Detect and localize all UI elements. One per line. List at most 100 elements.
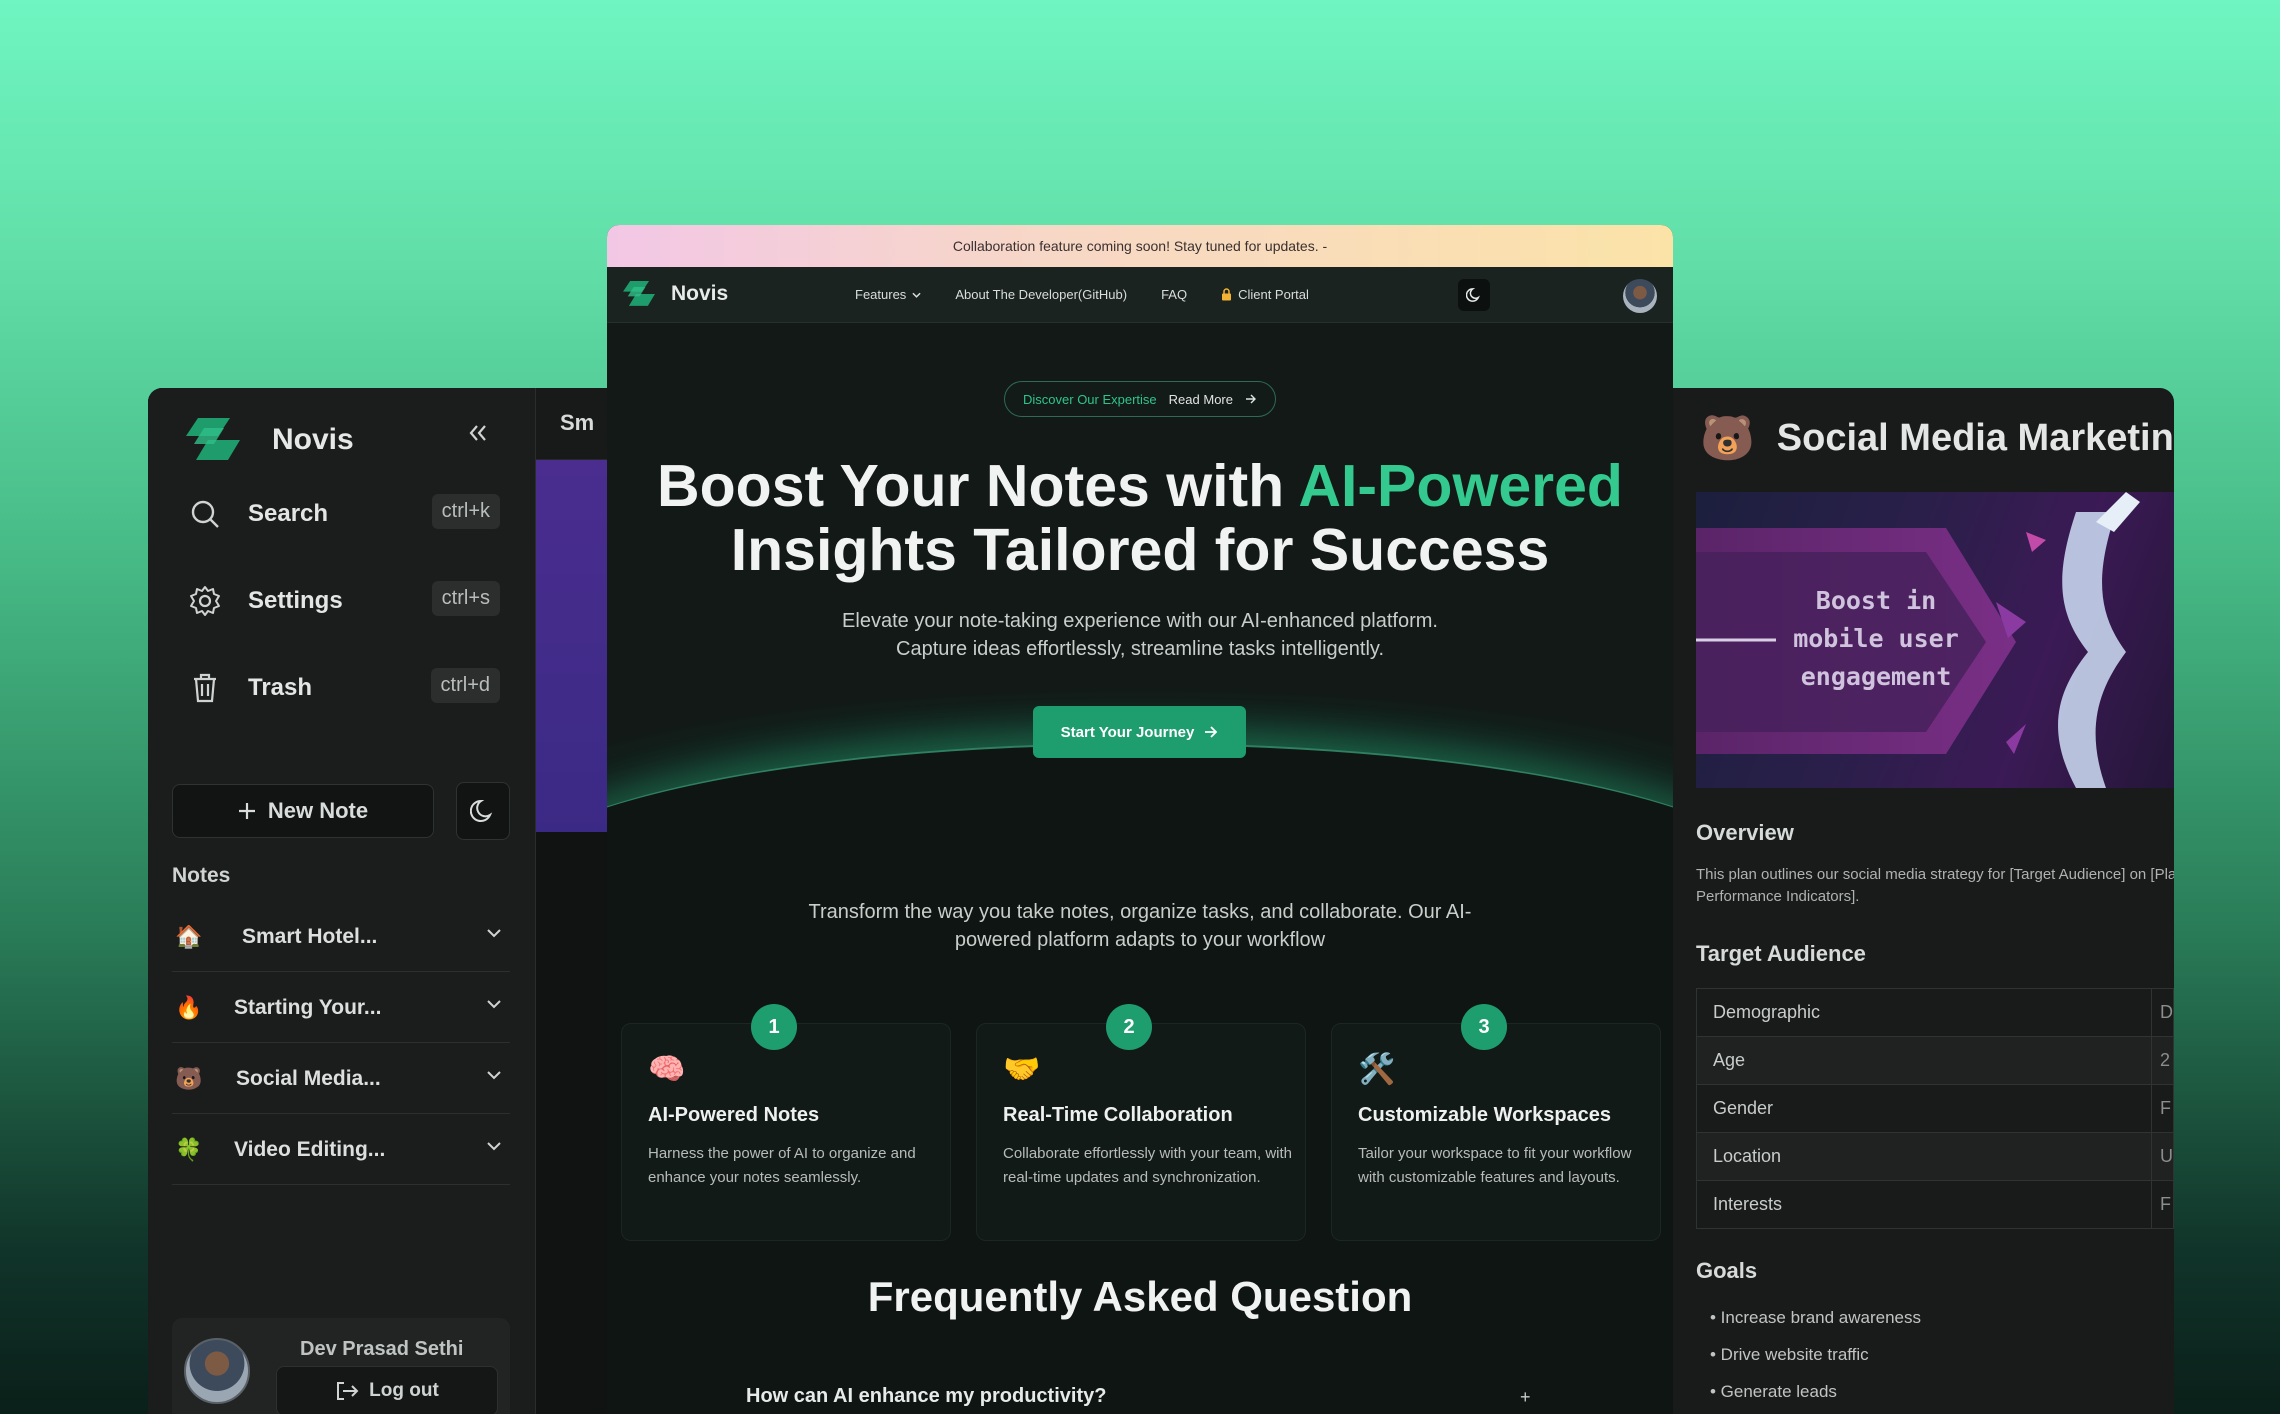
theme-toggle-button[interactable] [1458,279,1490,311]
pill-read-more[interactable]: Read More [1169,392,1233,407]
feature-card: 🤝 Real-Time Collaboration Collaborate ef… [976,1023,1306,1241]
hero-subtitle-line: Capture ideas effortlessly, streamline t… [896,638,1384,660]
features-intro: Transform the way you take notes, organi… [607,898,1673,954]
faq-question[interactable]: How can AI enhance my productivity? [746,1385,1106,1408]
banner-text: Boost in mobile user engagement [1776,582,1976,696]
nav-about-developer[interactable]: About The Developer(GitHub) [955,287,1127,302]
cta-label: Start Your Journey [1060,723,1195,741]
gear-icon [188,584,222,618]
logout-label: Log out [369,1380,439,1401]
start-journey-button[interactable]: Start Your Journey [1033,706,1246,758]
editor-area: Sm [536,388,608,1414]
avatar[interactable] [184,1338,250,1404]
search-icon [188,497,222,531]
banner-text-line: mobile user [1793,624,1959,653]
nav-brand[interactable]: Novis [671,282,728,306]
target-audience-heading: Target Audience [1696,941,1866,966]
nav-faq[interactable]: FAQ [1161,287,1187,302]
shortcut-badge: ctrl+k [431,494,500,529]
overview-paragraph: This plan outlines our social media stra… [1696,864,2174,908]
hero-subtitle-line: Elevate your note-taking experience with… [842,610,1438,632]
table-cell: D [2151,988,2174,1037]
sidebar-item-trash[interactable]: Trash ctrl+d [188,660,500,716]
moon-icon [470,798,496,824]
feature-title: Real-Time Collaboration [1003,1104,1233,1126]
note-item[interactable]: 🔥 Starting Your... [172,973,510,1043]
feature-title: Customizable Workspaces [1358,1104,1612,1126]
sidebar-item-label: Search [248,500,329,527]
chevron-down-icon[interactable] [486,928,502,938]
shortcut-badge: ctrl+s [431,581,500,616]
collapse-sidebar-button[interactable] [468,424,488,442]
feature-card: 🛠️ Customizable Workspaces Tailor your w… [1331,1023,1661,1241]
tools-icon: 🛠️ [1358,1053,1396,1086]
note-title: Smart Hotel... [242,924,378,948]
nav-client-portal[interactable]: Client Portal [1221,287,1309,302]
table-cell: Interests [1696,1180,2152,1229]
nav-client-portal-label: Client Portal [1238,287,1309,302]
logout-button[interactable]: Log out [276,1366,498,1414]
sidebar-brand[interactable]: Novis [184,418,354,462]
handshake-icon: 🤝 [1003,1053,1041,1086]
discover-pill[interactable]: Discover Our Expertise Read More [1004,381,1276,417]
chevron-down-icon[interactable] [486,999,502,1009]
chevron-down-icon[interactable] [486,1070,502,1080]
user-name: Dev Prasad Sethi [300,1338,464,1360]
note-emoji: 🍀 [175,1136,203,1162]
sidebar-item-search[interactable]: Search ctrl+k [188,486,500,542]
features-intro-line: powered platform adapts to your workflow [954,929,1326,951]
hero-title-text: Boost Your Notes with [657,453,1299,519]
theme-toggle-button[interactable] [456,782,510,840]
table-row: Age 2 [1696,1036,2174,1085]
feature-description: Harness the power of AI to organize and … [648,1145,916,1186]
note-title: Social Media... [236,1066,381,1090]
list-item: • Generate leads [1710,1382,1837,1401]
double-chevron-left-icon [468,424,488,442]
hero-subtitle: Elevate your note-taking experience with… [607,607,1673,663]
table-cell: Location [1696,1132,2152,1181]
note-cover-image [536,460,608,832]
table-row: Interests F [1696,1180,2174,1229]
table-cell: Age [1696,1036,2152,1085]
table-row: Gender F [1696,1084,2174,1133]
sidebar-item-settings[interactable]: Settings ctrl+s [188,573,500,629]
note-item[interactable]: 🐻 Social Media... [172,1044,510,1114]
arrow-right-icon [1245,394,1257,404]
nav-features-label: Features [855,287,907,302]
chevron-down-icon[interactable] [486,1141,502,1151]
note-item[interactable]: 🏠 Smart Hotel... [172,902,510,972]
goals-heading: Goals [1696,1258,1758,1283]
table-cell: U [2151,1132,2174,1181]
banner-text-line: Boost in [1815,586,1937,615]
novis-logo-icon[interactable] [621,281,657,307]
table-row: Demographic D [1696,988,2174,1037]
new-note-button[interactable]: New Note [172,784,434,838]
document-window: 🐻 Social Media Marketin Boost in mobile … [1672,388,2174,1414]
note-item[interactable]: 🍀 Video Editing... [172,1115,510,1185]
features-intro-line: Transform the way you take notes, organi… [808,901,1472,923]
document-emoji[interactable]: 🐻 [1700,412,1755,464]
hero-title-text: Insights Tailored for Success [730,517,1550,583]
list-item: • Drive website traffic [1710,1345,1869,1364]
nav-links: Features About The Developer(GitHub) FAQ… [855,287,1309,302]
document-title[interactable]: Social Media Marketin [1777,417,2174,460]
table-row: Location U [1696,1132,2174,1181]
user-profile-box: Dev Prasad Sethi Log out [172,1318,510,1414]
top-navigation: Novis Features About The Developer(GitHu… [607,267,1673,323]
nav-features[interactable]: Features [855,287,921,302]
shortcut-badge: ctrl+d [430,668,500,703]
avatar[interactable] [1623,279,1657,313]
step-badge: 2 [1106,1004,1152,1050]
target-audience-table: Demographic D Age 2 Gender F Location U Inte… [1696,988,2174,1229]
feature-description: Tailor your workspace to fit your workfl… [1358,1145,1632,1186]
document-cover-image: Boost in mobile user engagement [1696,492,2174,788]
editor-tab[interactable]: Sm [536,388,608,460]
note-emoji: 🐻 [175,1065,203,1091]
table-cell: Gender [1696,1084,2152,1133]
note-emoji: 🏠 [175,923,203,949]
step-badge: 1 [751,1004,797,1050]
plus-icon[interactable]: + [1520,1387,1531,1408]
list-item: • Increase brand awareness [1710,1308,1922,1327]
feature-card: 🧠 AI-Powered Notes Harness the power of … [621,1023,951,1241]
feature-title: AI-Powered Notes [648,1104,820,1126]
